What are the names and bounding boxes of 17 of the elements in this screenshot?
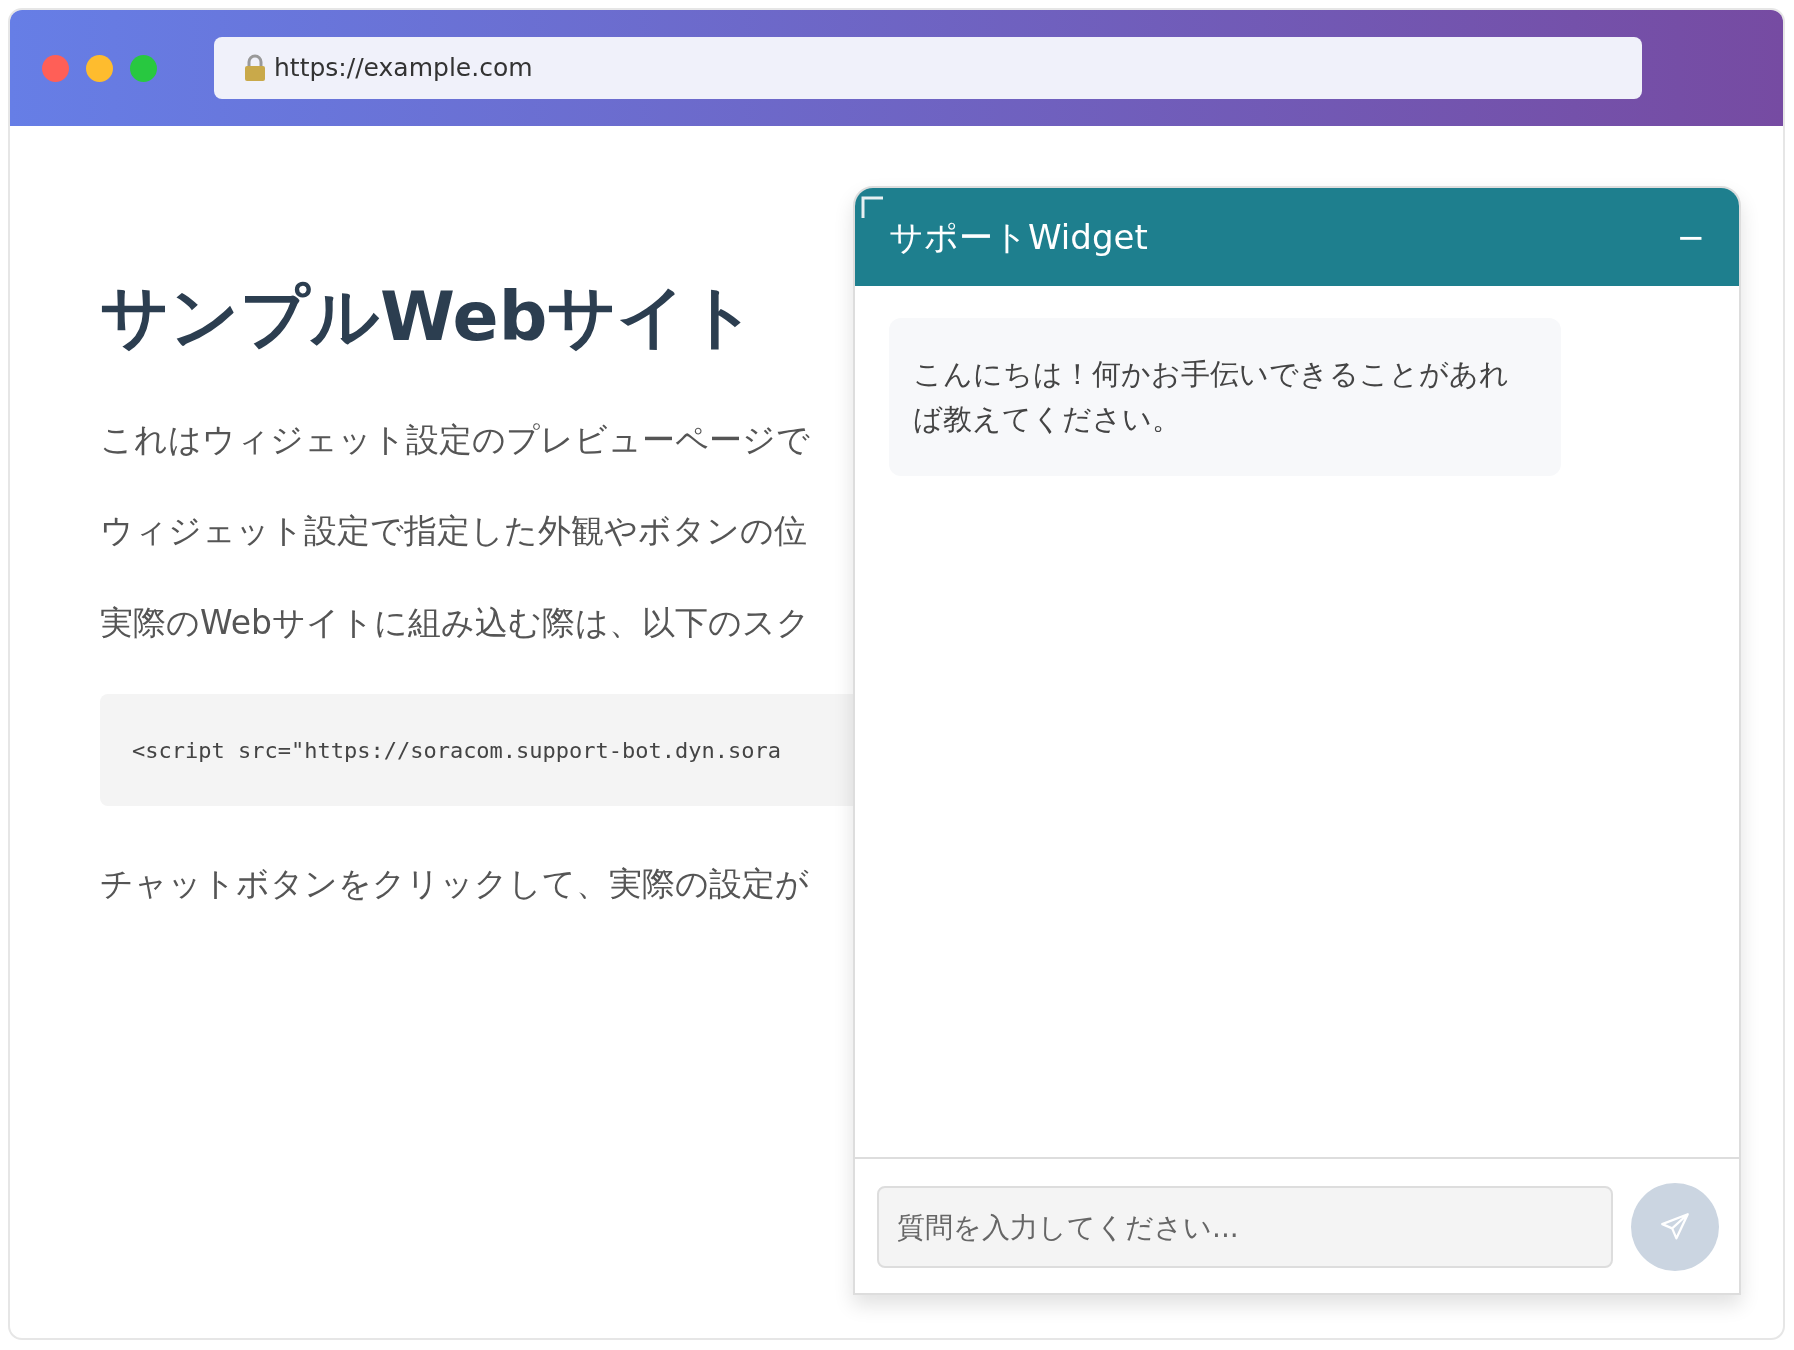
padlock-icon [244,54,266,82]
page-heading: サンプルWebサイト [100,276,759,358]
bot-message-bubble: こんにちは！何かお手伝いできることがあれば教えてください。 [889,318,1561,476]
body-paragraph: 実際のWebサイトに組み込む際は、以下のスク [100,602,810,643]
minimize-window-dot[interactable] [86,54,113,82]
message-input-field[interactable]: 質問を入力してください... [877,1186,1613,1268]
code-snippet: <script src="https://soracom.support-bot.dyn.sora [132,736,781,765]
body-paragraph: チャットボタンをクリックして、実際の設定が [100,864,809,904]
body-paragraph: これはウィジェット設定のプレビューページで [100,419,810,460]
close-window-dot[interactable] [42,54,69,82]
body-paragraph: ウィジェット設定で指定した外観やボタンの位 [100,511,807,551]
address-bar[interactable]: https://example.com [214,37,1642,99]
widget-title: サポートWidget [889,215,1148,259]
minimize-button[interactable]: − [1672,220,1709,254]
url-text: https://example.com [274,52,533,85]
maximize-window-dot[interactable] [130,54,157,82]
resize-handle-icon[interactable] [861,196,883,218]
